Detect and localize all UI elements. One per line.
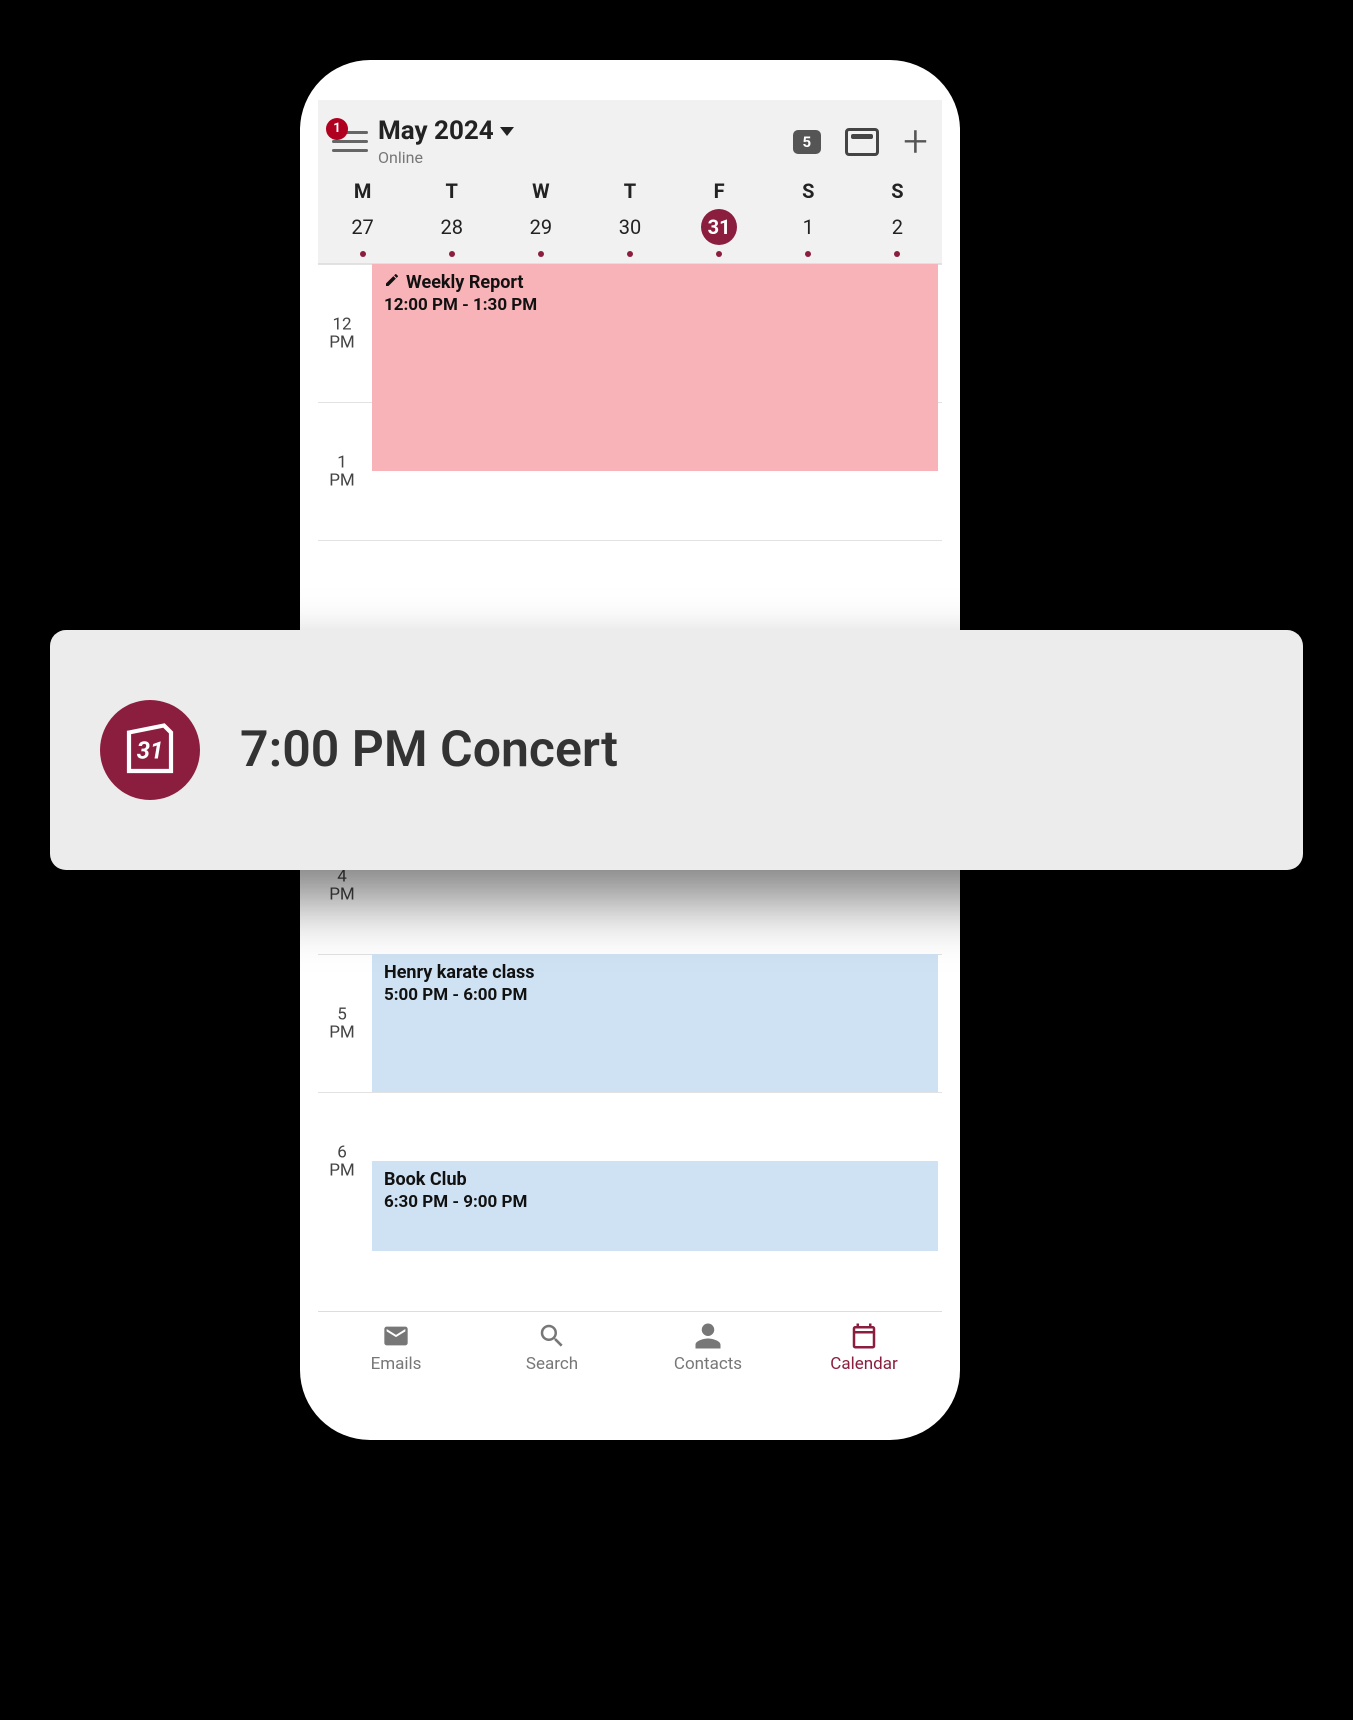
menu-badge: 1 xyxy=(326,118,348,140)
nav-item-calendar[interactable]: Calendar xyxy=(786,1322,942,1374)
event-time: 12:00 PM - 1:30 PM xyxy=(384,295,926,315)
view-toggle-icon[interactable] xyxy=(845,128,879,156)
header-top: 1 May 2024 Online 5 + xyxy=(318,100,942,173)
notification-banner[interactable]: 31 7:00 PM Concert xyxy=(50,630,1303,870)
calendar-event[interactable]: Weekly Report12:00 PM - 1:30 PM xyxy=(372,264,938,471)
hour-label: 4PM xyxy=(318,867,366,904)
day-count-badge[interactable]: 5 xyxy=(793,130,822,154)
day-number[interactable]: 2 xyxy=(879,209,915,245)
week-day-col[interactable]: M 27 xyxy=(318,179,407,257)
week-header: M27T28W29T30F31S1S2 xyxy=(318,173,942,257)
day-number[interactable]: 30 xyxy=(612,209,648,245)
week-day-col[interactable]: W 29 xyxy=(496,179,585,257)
week-day-col[interactable]: T 30 xyxy=(585,179,674,257)
hour-label: 1PM xyxy=(318,453,366,490)
bottom-nav: Emails Search Contacts Calendar xyxy=(318,1311,942,1380)
event-dot-icon xyxy=(805,251,811,257)
hour-label: 6PM xyxy=(318,1143,366,1180)
event-time: 5:00 PM - 6:00 PM xyxy=(384,985,926,1005)
event-dot-icon xyxy=(627,251,633,257)
event-title: Book Club xyxy=(384,1169,467,1190)
event-dot-icon xyxy=(894,251,900,257)
event-title: Weekly Report xyxy=(406,272,524,293)
nav-label: Search xyxy=(526,1354,578,1374)
title-block[interactable]: May 2024 Online xyxy=(378,116,793,167)
day-number[interactable]: 29 xyxy=(523,209,559,245)
menu-icon[interactable]: 1 xyxy=(332,124,368,160)
nav-label: Contacts xyxy=(674,1354,742,1374)
pencil-icon xyxy=(384,272,400,293)
week-day-col[interactable]: F 31 xyxy=(675,179,764,257)
notification-text: 7:00 PM Concert xyxy=(240,721,618,779)
nav-item-emails[interactable]: Emails xyxy=(318,1322,474,1374)
event-dot-icon xyxy=(449,251,455,257)
event-time: 6:30 PM - 9:00 PM xyxy=(384,1192,926,1212)
calendar-app-icon: 31 xyxy=(100,700,200,800)
status-text: Online xyxy=(378,148,793,167)
calendar-event[interactable]: Henry karate class5:00 PM - 6:00 PM xyxy=(372,954,938,1092)
chevron-down-icon xyxy=(500,127,514,136)
event-dot-icon xyxy=(716,251,722,257)
event-dot-icon xyxy=(360,251,366,257)
hour-label: 12PM xyxy=(318,315,366,352)
event-dot-icon xyxy=(538,251,544,257)
mail-icon xyxy=(379,1322,413,1350)
nav-item-search[interactable]: Search xyxy=(474,1322,630,1374)
svg-text:31: 31 xyxy=(137,736,164,764)
day-number[interactable]: 1 xyxy=(790,209,826,245)
day-letter: T xyxy=(624,179,636,203)
week-day-col[interactable]: T 28 xyxy=(407,179,496,257)
day-letter: M xyxy=(354,179,372,203)
calendar-icon xyxy=(847,1322,881,1350)
day-number[interactable]: 31 xyxy=(701,209,737,245)
search-icon xyxy=(535,1322,569,1350)
hour-label: 5PM xyxy=(318,1005,366,1042)
person-icon xyxy=(691,1322,725,1350)
day-letter: S xyxy=(802,179,814,203)
day-number[interactable]: 28 xyxy=(434,209,470,245)
add-event-button[interactable]: + xyxy=(903,128,928,154)
day-letter: W xyxy=(532,179,550,203)
day-letter: T xyxy=(446,179,458,203)
nav-label: Calendar xyxy=(830,1354,897,1374)
day-letter: S xyxy=(891,179,903,203)
header-actions: 5 + xyxy=(793,128,928,156)
nav-label: Emails xyxy=(371,1354,422,1374)
day-letter: F xyxy=(714,179,725,203)
calendar-event[interactable]: Book Club6:30 PM - 9:00 PM xyxy=(372,1161,938,1251)
nav-item-contacts[interactable]: Contacts xyxy=(630,1322,786,1374)
week-day-col[interactable]: S1 xyxy=(764,179,853,257)
week-day-col[interactable]: S2 xyxy=(853,179,942,257)
page-title: May 2024 xyxy=(378,116,494,146)
event-title: Henry karate class xyxy=(384,962,535,983)
header: 1 May 2024 Online 5 + M27T28W29T30F31S1S… xyxy=(318,100,942,264)
day-number[interactable]: 27 xyxy=(345,209,381,245)
